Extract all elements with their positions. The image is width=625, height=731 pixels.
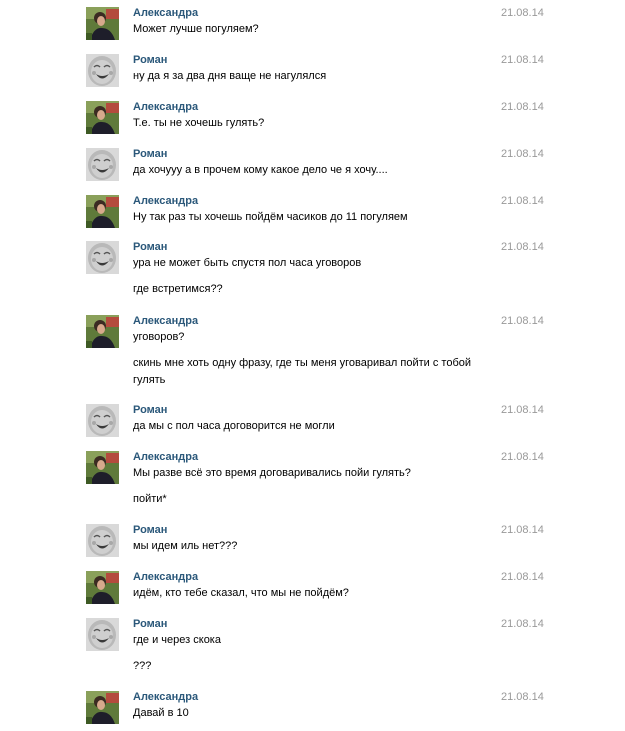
message-text: уговоров? [133,331,185,343]
message-date[interactable]: 21.08.14 [501,571,544,583]
message-text: идём, кто тебе сказал, что мы не пойдём? [133,587,349,599]
message-date[interactable]: 21.08.14 [501,195,544,207]
message-body: Ну так раз ты хочешь пойдём часиков до 1… [133,209,483,235]
message-body: ну да я за два дня ваще не нагулялся [133,68,483,94]
message-author[interactable]: Александра [133,571,198,583]
message-author[interactable]: Александра [133,691,198,703]
girl-avatar[interactable] [86,315,119,348]
baby-avatar[interactable] [86,404,119,437]
girl-avatar[interactable] [86,451,119,484]
baby-avatar[interactable] [86,148,119,181]
message-author[interactable]: Роман [133,404,167,416]
message-author[interactable]: Александра [133,451,198,463]
message-date[interactable]: 21.08.14 [501,7,544,19]
message-body: Т.е. ты не хочешь гулять? [133,115,483,141]
message-text: Давай в 10 [133,707,189,719]
baby-avatar[interactable] [86,524,119,557]
message-date[interactable]: 21.08.14 [501,524,544,536]
message-text: ура не может быть спустя пол часа уговор… [133,257,362,269]
message-author[interactable]: Роман [133,54,167,66]
message-author[interactable]: Александра [133,7,198,19]
message-body: идём, кто тебе сказал, что мы не пойдём? [133,585,483,611]
message-date[interactable]: 21.08.14 [501,691,544,703]
message-text: ну да я за два дня ваще не нагулялся [133,70,327,82]
message-body: уговоров? скинь мне хоть одну фразу, где … [133,329,483,398]
baby-avatar[interactable] [86,241,119,274]
message-date[interactable]: 21.08.14 [501,101,544,113]
message-text: да хочууу а в прочем кому какое дело че … [133,164,388,176]
girl-avatar[interactable] [86,691,119,724]
message-text: мы идем иль нет??? [133,540,238,552]
message-body: где и через скока??? [133,632,483,684]
message-author[interactable]: Александра [133,101,198,113]
message-text: Мы разве всё это время договаривались по… [133,467,411,479]
baby-avatar[interactable] [86,618,119,651]
message-author[interactable]: Роман [133,524,167,536]
message-date[interactable]: 21.08.14 [501,618,544,630]
message-author[interactable]: Роман [133,241,167,253]
girl-avatar[interactable] [86,7,119,40]
message-date[interactable]: 21.08.14 [501,404,544,416]
message-body: Может лучше погуляем? [133,21,483,47]
message-body: Мы разве всё это время договаривались по… [133,465,483,517]
message-author[interactable]: Александра [133,195,198,207]
message-text: Ну так раз ты хочешь пойдём часиков до 1… [133,211,408,223]
message-date[interactable]: 21.08.14 [501,241,544,253]
message-body: Давай в 10 [133,705,483,731]
message-date[interactable]: 21.08.14 [501,315,544,327]
girl-avatar[interactable] [86,571,119,604]
girl-avatar[interactable] [86,195,119,228]
message-body: ура не может быть спустя пол часа уговор… [133,255,483,307]
baby-avatar[interactable] [86,54,119,87]
message-author[interactable]: Александра [133,315,198,327]
message-body: мы идем иль нет??? [133,538,483,564]
message-author[interactable]: Роман [133,618,167,630]
message-text: ??? [133,660,152,672]
message-text: да мы с пол часа договорится не могли [133,420,335,432]
message-text: где и через скока [133,634,221,646]
message-text: Может лучше погуляем? [133,23,259,35]
message-text: Т.е. ты не хочешь гулять? [133,117,265,129]
message-list: Александра 21.08.14 Может лучше погуляем? … [0,0,625,724]
message-date[interactable]: 21.08.14 [501,451,544,463]
message-text: пойти* [133,493,167,505]
message-text: скинь мне хоть одну фразу, где ты меня у… [133,357,472,386]
message-date[interactable]: 21.08.14 [501,148,544,160]
message-body: да мы с пол часа договорится не могли [133,418,483,444]
message-date[interactable]: 21.08.14 [501,54,544,66]
message-body: да хочууу а в прочем кому какое дело че … [133,162,483,188]
girl-avatar[interactable] [86,101,119,134]
message-author[interactable]: Роман [133,148,167,160]
message-text: где встретимся?? [133,283,223,295]
